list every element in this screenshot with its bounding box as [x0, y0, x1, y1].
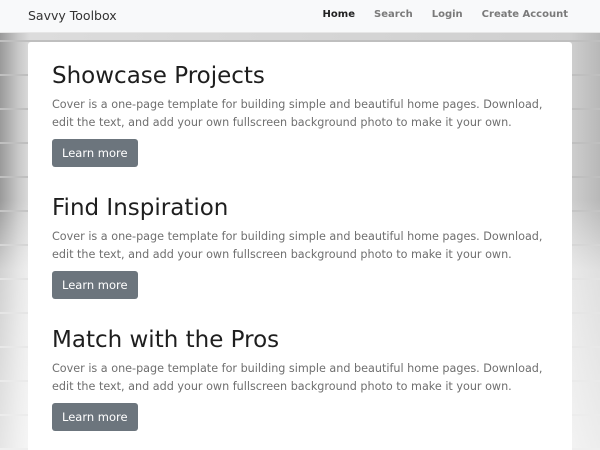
section-description: Cover is a one-page template for buildin…: [52, 98, 543, 129]
nav-link-create-account[interactable]: Create Account: [482, 9, 568, 20]
nav-link-search[interactable]: Search: [374, 9, 413, 20]
nav-links: Home Search Login Create Account: [323, 9, 568, 20]
content-card: Showcase Projects Cover is a one-page te…: [28, 42, 572, 450]
section-match-with-the-pros: Match with the Pros Cover is a one-page …: [52, 326, 552, 431]
learn-more-button[interactable]: Learn more: [52, 403, 138, 431]
section-description: Cover is a one-page template for buildin…: [52, 362, 543, 393]
nav-link-home[interactable]: Home: [323, 9, 355, 20]
section-title: Showcase Projects: [52, 63, 265, 89]
section-description: Cover is a one-page template for buildin…: [52, 230, 543, 261]
nav-link-login[interactable]: Login: [432, 9, 463, 20]
brand-logo-text[interactable]: Savvy Toolbox: [28, 8, 117, 23]
section-find-inspiration: Find Inspiration Cover is a one-page tem…: [52, 194, 552, 299]
section-title: Find Inspiration: [52, 195, 229, 221]
top-navbar: Savvy Toolbox Home Search Login Create A…: [0, 0, 600, 33]
learn-more-button[interactable]: Learn more: [52, 271, 138, 299]
section-showcase-projects: Showcase Projects Cover is a one-page te…: [52, 62, 552, 167]
section-title: Match with the Pros: [52, 327, 280, 353]
learn-more-button[interactable]: Learn more: [52, 139, 138, 167]
